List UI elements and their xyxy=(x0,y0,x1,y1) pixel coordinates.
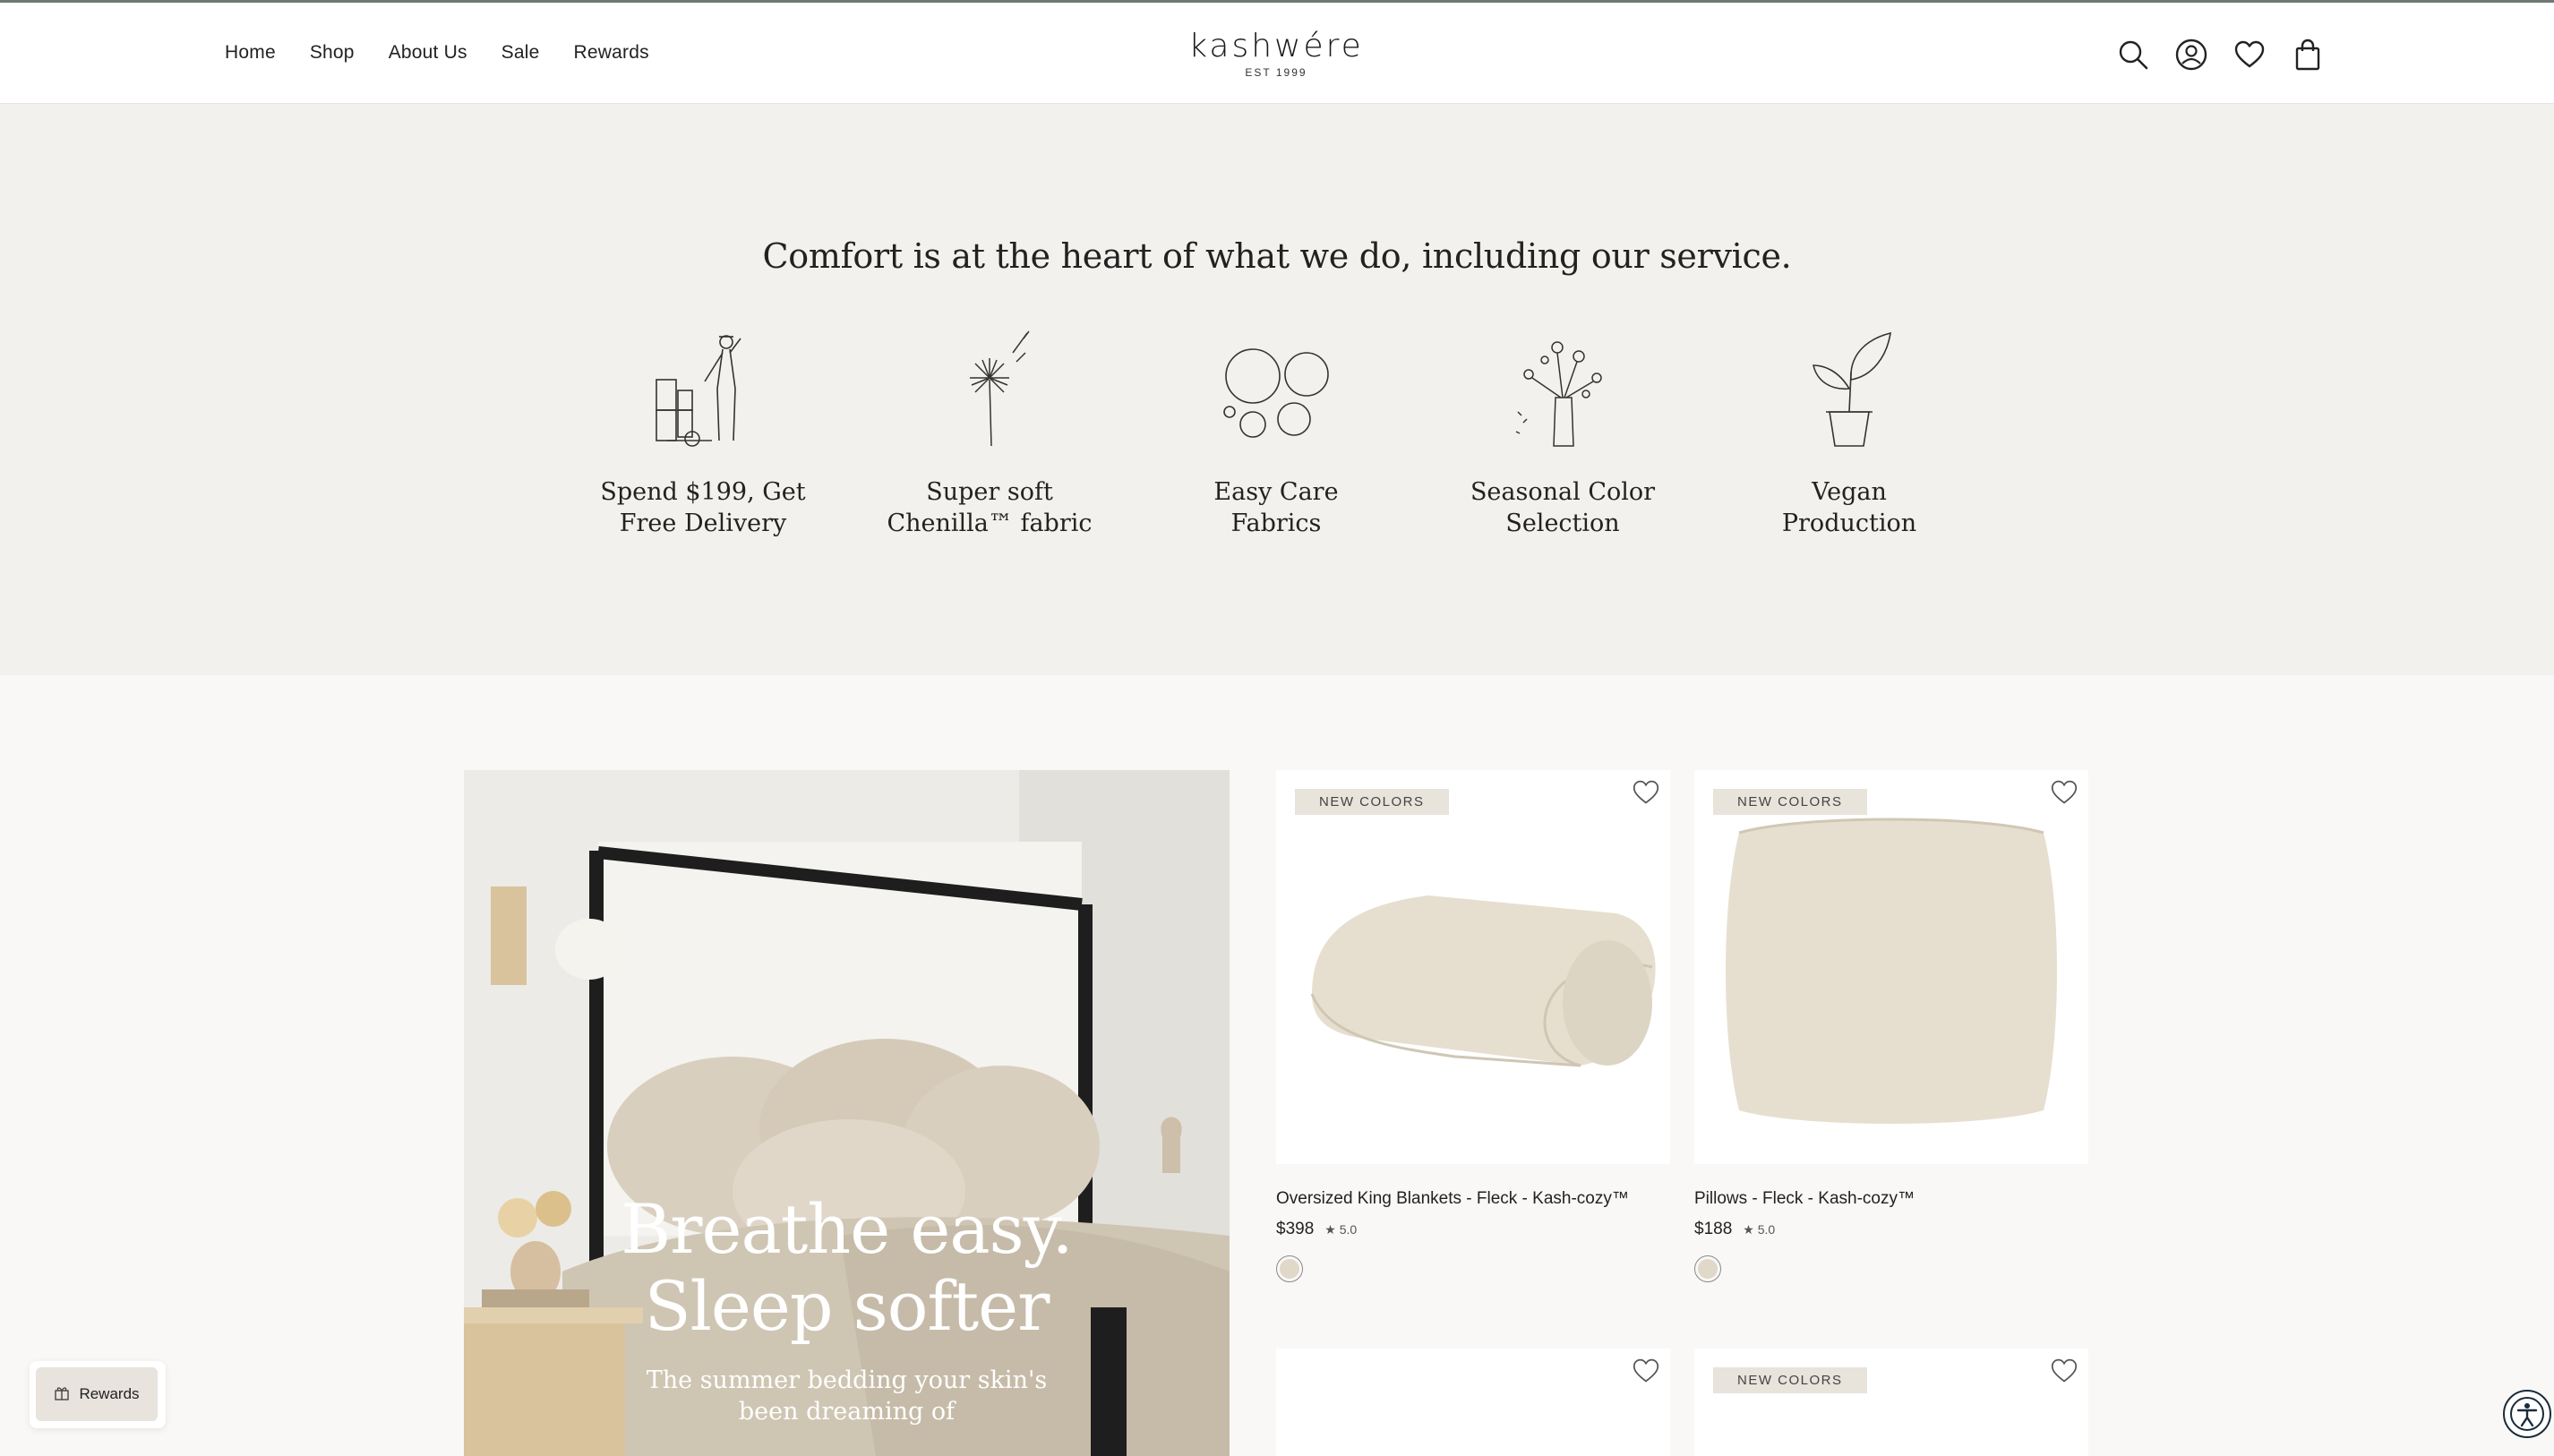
product-card[interactable]: NEW COLORS xyxy=(1694,1349,2088,1456)
product-image[interactable]: NEW COLORS xyxy=(1694,1349,2088,1456)
feature-label-line1: Vegan xyxy=(1812,478,1887,506)
hero-text: Breathe easy. Sleep softer The summer bed… xyxy=(464,1191,1230,1427)
product-price: $188 xyxy=(1694,1220,1733,1238)
product-image[interactable]: NEW COLORS xyxy=(1694,770,2088,1164)
hero-title-line2: Sleep softer xyxy=(644,1266,1050,1346)
feature-label-line1: Spend $199, Get xyxy=(600,478,806,506)
feature-label-line2: Free Delivery xyxy=(619,510,787,537)
plant-icon xyxy=(1813,331,1891,447)
new-colors-badge: NEW COLORS xyxy=(1713,1367,1867,1393)
product-rating: ★ 5.0 xyxy=(1743,1221,1776,1237)
dandelion-icon xyxy=(970,330,1030,447)
feature-chenilla-fabric: Super soft Chenilla™ fabric xyxy=(882,326,1097,539)
blanket-photo xyxy=(1310,895,1656,1067)
feature-label-line1: Super soft xyxy=(926,478,1053,506)
site-header: Home Shop About Us Sale Rewards kashwére… xyxy=(0,0,2554,104)
delivery-icon xyxy=(656,335,741,447)
product-meta: $398 ★ 5.0 xyxy=(1276,1220,1670,1239)
product-card[interactable]: NEW COLORS Pillows - Fleck - Kash-cozy™ … xyxy=(1694,770,2088,1282)
hero-subtitle: The summer bedding your skin's been dream… xyxy=(464,1365,1230,1427)
accessibility-icon[interactable] xyxy=(2503,1390,2551,1438)
header-icons xyxy=(2115,37,2348,73)
product-image[interactable]: NEW COLORS xyxy=(1276,770,1670,1164)
feature-label-line2: Production xyxy=(1781,510,1917,537)
nav-home[interactable]: Home xyxy=(225,42,276,64)
feature-easy-care: Easy Care Fabrics xyxy=(1169,326,1384,539)
feature-label-line2: Fabrics xyxy=(1230,510,1322,537)
feature-label-line1: Seasonal Color xyxy=(1470,478,1656,506)
product-card[interactable]: NEW COLORS Oversized King Blankets - Fle… xyxy=(1276,770,1670,1282)
logo-wordmark: kashwére xyxy=(1188,28,1364,64)
service-heading: Comfort is at the heart of what we do, i… xyxy=(762,236,1792,276)
product-card[interactable] xyxy=(1276,1349,1670,1456)
nav-sale[interactable]: Sale xyxy=(501,42,540,64)
feature-label-line1: Easy Care xyxy=(1213,478,1339,506)
pillow-photo xyxy=(1726,818,2057,1124)
product-meta: $188 ★ 5.0 xyxy=(1694,1220,2088,1239)
feature-vegan-production: Vegan Production xyxy=(1742,326,1957,539)
wishlist-heart-icon[interactable] xyxy=(1633,779,1659,806)
hero-title: Breathe easy. Sleep softer xyxy=(464,1191,1230,1345)
product-title[interactable]: Pillows - Fleck - Kash-cozy™ xyxy=(1694,1189,2088,1209)
hero-title-line1: Breathe easy. xyxy=(621,1189,1073,1269)
product-rating: ★ 5.0 xyxy=(1324,1221,1358,1237)
nav-rewards[interactable]: Rewards xyxy=(574,42,649,64)
cart-icon[interactable] xyxy=(2290,37,2326,73)
wishlist-heart-icon[interactable] xyxy=(2051,779,2078,806)
account-icon[interactable] xyxy=(2173,37,2209,73)
gift-icon xyxy=(54,1384,70,1405)
feature-label-line2: Chenilla™ fabric xyxy=(887,510,1093,537)
rewards-widget: Rewards xyxy=(30,1361,166,1428)
rewards-label: Rewards xyxy=(79,1385,140,1402)
new-colors-badge: NEW COLORS xyxy=(1713,789,1867,815)
nav-about-us[interactable]: About Us xyxy=(389,42,467,64)
search-icon[interactable] xyxy=(2115,37,2151,73)
hero-subtitle-line1: The summer bedding your skin's xyxy=(646,1366,1048,1394)
product-price: $398 xyxy=(1276,1220,1315,1238)
wishlist-heart-icon[interactable] xyxy=(2051,1358,2078,1384)
feature-label-line2: Selection xyxy=(1505,510,1620,537)
brand-logo[interactable]: kashwére EST 1999 xyxy=(1164,28,1388,79)
main-nav: Home Shop About Us Sale Rewards xyxy=(225,42,683,64)
logo-tagline: EST 1999 xyxy=(1245,66,1307,79)
color-swatch[interactable] xyxy=(1694,1255,1721,1282)
feature-free-delivery: Spend $199, Get Free Delivery xyxy=(596,326,810,539)
service-features-band: Comfort is at the heart of what we do, i… xyxy=(0,104,2554,675)
wishlist-heart-icon[interactable] xyxy=(1633,1358,1659,1384)
bubbles-icon xyxy=(1223,348,1329,438)
wishlist-icon[interactable] xyxy=(2232,37,2267,73)
nav-shop[interactable]: Shop xyxy=(310,42,355,64)
feature-seasonal-color: Seasonal Color Selection xyxy=(1455,326,1670,539)
hero-subtitle-line2: been dreaming of xyxy=(738,1398,956,1426)
rewards-button[interactable]: Rewards xyxy=(36,1367,158,1421)
hero-banner[interactable]: Breathe easy. Sleep softer The summer bed… xyxy=(464,770,1230,1456)
product-image[interactable] xyxy=(1276,1349,1670,1456)
product-title[interactable]: Oversized King Blankets - Fleck - Kash-c… xyxy=(1276,1189,1670,1209)
color-swatch[interactable] xyxy=(1276,1255,1303,1282)
new-colors-badge: NEW COLORS xyxy=(1295,789,1449,815)
flower-vase-icon xyxy=(1515,341,1602,447)
